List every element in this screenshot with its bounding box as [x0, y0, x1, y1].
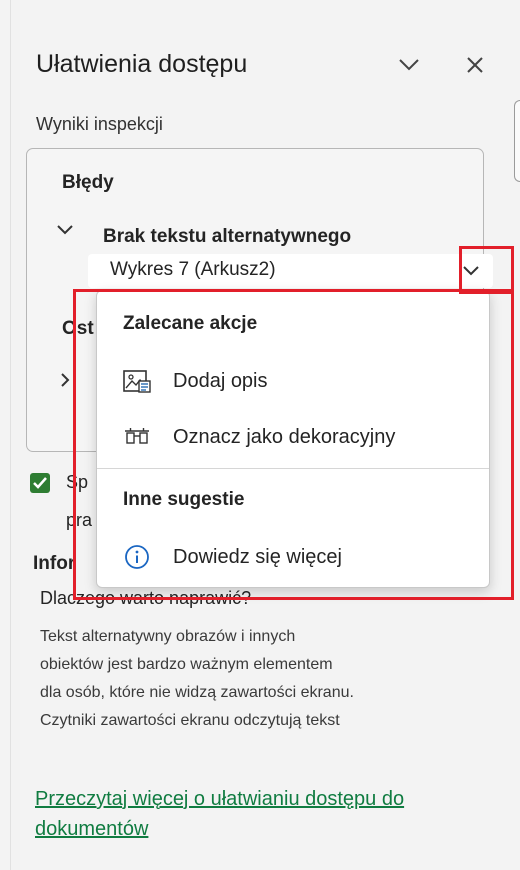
close-icon [467, 57, 483, 73]
chevron-down-icon [399, 59, 419, 71]
item-actions-dropdown[interactable] [462, 264, 486, 280]
keep-running-checkbox[interactable] [30, 473, 50, 493]
checkmark-icon [33, 477, 47, 489]
chevron-down-icon [57, 225, 73, 235]
learn-more-menu-item[interactable]: Dowiedz się więcej [97, 531, 489, 583]
mark-decorative-menu-item[interactable]: Oznacz jako dekoracyjny [97, 411, 489, 463]
expand-warnings-toggle[interactable] [60, 372, 74, 390]
warnings-heading: Ost [62, 318, 94, 339]
other-suggestions-heading: Inne sugestie [123, 489, 245, 510]
scrollbar-stub[interactable] [514, 100, 520, 182]
info-paragraph-line: obiektów jest bardzo ważnym elementem [40, 656, 333, 673]
checkbox-label-line2: pra [66, 510, 93, 530]
read-more-link-line2[interactable]: dokumentów [35, 818, 148, 841]
info-paragraph-line: dla osób, które nie widzą zawartości ekr… [40, 684, 354, 701]
learn-more-label: Dowiedz się więcej [173, 546, 342, 568]
checkbox-label-line1: Sp [66, 472, 89, 492]
info-question: Dlaczego warto naprawić? [40, 588, 252, 608]
inspection-results-label: Wyniki inspekcji [36, 114, 163, 134]
collapse-group-toggle[interactable] [56, 223, 76, 243]
info-icon [121, 541, 153, 573]
chevron-down-icon [463, 266, 479, 276]
add-description-menu-item[interactable]: Dodaj opis [97, 355, 489, 407]
info-paragraph-line: Tekst alternatywny obrazów i innych [40, 628, 296, 645]
menu-divider [97, 468, 489, 469]
recommended-actions-menu: Zalecane akcje Dodaj opis Oznacz jako de… [96, 290, 490, 588]
info-heading: Infor [33, 553, 76, 574]
errors-heading: Błędy [62, 172, 114, 193]
add-description-label: Dodaj opis [173, 370, 268, 392]
info-paragraph-line: Czytniki zawartości ekranu odczytują tek… [40, 712, 340, 729]
recommended-actions-heading: Zalecane akcje [123, 313, 258, 334]
decorative-icon [121, 421, 153, 453]
alt-text-icon [121, 365, 153, 397]
issue-item-label[interactable]: Wykres 7 (Arkusz2) [110, 259, 276, 281]
chevron-right-icon [61, 373, 70, 387]
mark-decorative-label: Oznacz jako dekoracyjny [173, 426, 396, 448]
read-more-link-line1[interactable]: Przeczytaj więcej o ułatwianiu dostępu d… [35, 788, 404, 811]
pane-options-button[interactable] [392, 48, 426, 82]
close-pane-button[interactable] [458, 48, 492, 82]
text-fade-overlay [30, 734, 480, 758]
pane-title: Ułatwienia dostępu [36, 50, 248, 78]
issue-group-title[interactable]: Brak tekstu alternatywnego [103, 226, 351, 248]
